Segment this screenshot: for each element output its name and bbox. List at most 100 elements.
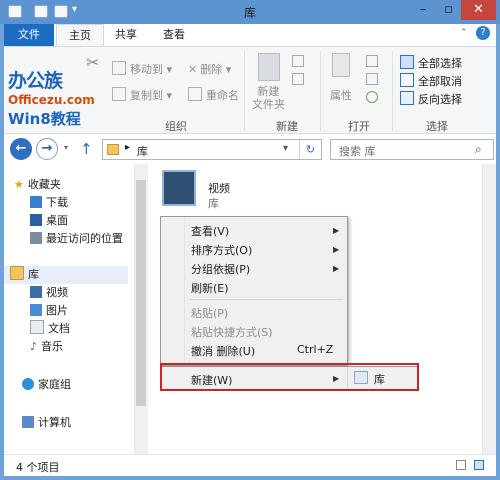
menu-separator xyxy=(189,299,343,300)
invert-selection-button[interactable]: 反向选择 xyxy=(400,91,462,107)
move-to-button[interactable]: 移动到 ▾ xyxy=(112,61,172,77)
sidebar-item-music[interactable]: ♪ 音乐 xyxy=(30,338,63,356)
menu-icon-strip xyxy=(161,217,185,365)
status-bar: 4 个项目 xyxy=(4,454,496,476)
menu-item-paste-shortcut[interactable]: 粘贴快捷方式(S) xyxy=(191,324,273,340)
move-to-icon xyxy=(112,61,126,75)
sidebar-library[interactable]: 库 xyxy=(4,266,128,284)
new-item-icon[interactable] xyxy=(292,55,304,67)
watermark-url: Officezu.com xyxy=(8,93,95,107)
menu-item-group[interactable]: 分组依据(P) xyxy=(191,261,250,277)
back-button[interactable]: ← xyxy=(10,138,32,160)
select-all-icon xyxy=(400,55,414,69)
group-new-label: 新建 xyxy=(276,120,298,133)
search-icon[interactable]: ⌕ xyxy=(475,142,482,157)
open-icon[interactable] xyxy=(366,55,378,67)
up-button[interactable]: ↑ xyxy=(80,140,93,158)
library-icon xyxy=(10,266,24,280)
search-box[interactable]: 搜索 库 ⌕ xyxy=(330,139,494,160)
ribbon-separator xyxy=(392,51,393,131)
sidebar-item-recent-places[interactable]: 最近访问的位置 xyxy=(30,230,123,248)
title-bar[interactable]: ▾ 库 – ▫ ✕ xyxy=(0,0,500,24)
rename-icon xyxy=(188,87,202,101)
properties-large-icon xyxy=(332,53,350,77)
pictures-icon xyxy=(30,304,42,316)
group-open-label: 打开 xyxy=(348,120,370,133)
properties-button[interactable]: 属性 xyxy=(330,87,352,103)
refresh-icon[interactable]: ↻ xyxy=(299,140,321,159)
music-icon: ♪ xyxy=(30,340,38,353)
close-button[interactable]: ✕ xyxy=(461,0,496,20)
computer-icon xyxy=(22,416,34,428)
breadcrumb-separator-icon: ▸ xyxy=(125,142,131,153)
maximize-button[interactable]: ▫ xyxy=(436,0,461,20)
content-scrollbar[interactable] xyxy=(482,164,496,454)
sidebar-scrollbar-thumb[interactable] xyxy=(136,180,146,406)
sidebar-favorites[interactable]: ★ 收藏夹 xyxy=(14,176,61,194)
documents-icon xyxy=(30,320,44,334)
cut-icon[interactable]: ✂ xyxy=(86,53,99,72)
tab-share[interactable]: 共享 xyxy=(104,24,148,46)
navigation-bar: ← → ▾ ↑ ▸ 库 ▾ ↻ 搜索 库 ⌕ xyxy=(4,134,496,164)
menu-item-view[interactable]: 查看(V) xyxy=(191,223,229,239)
watermark-caption: Win8教程 xyxy=(8,110,81,128)
ribbon-separator xyxy=(320,51,321,131)
menu-item-sort[interactable]: 排序方式(O) xyxy=(191,242,252,258)
select-none-icon xyxy=(400,73,414,87)
select-none-button[interactable]: 全部取消 xyxy=(400,73,462,89)
address-bar[interactable]: ▸ 库 ▾ ↻ xyxy=(102,139,322,160)
submenu-arrow-icon: ▶ xyxy=(333,226,340,235)
submenu-arrow-icon: ▶ xyxy=(333,245,340,254)
context-menu: 查看(V) ▶ 排序方式(O) ▶ 分组依据(P) ▶ 刷新(E) 粘贴(P) … xyxy=(160,216,348,366)
help-icon[interactable]: ? xyxy=(476,26,490,40)
history-icon[interactable] xyxy=(366,91,378,103)
easy-access-icon[interactable] xyxy=(292,73,304,85)
copy-to-icon xyxy=(112,87,126,101)
details-view-icon[interactable] xyxy=(456,460,466,470)
sidebar-item-documents[interactable]: 文档 xyxy=(30,320,70,338)
large-icons-view-icon[interactable] xyxy=(474,460,484,470)
tab-view[interactable]: 查看 xyxy=(152,24,196,46)
homegroup-icon xyxy=(22,378,34,390)
search-input[interactable]: 搜索 库 xyxy=(339,143,376,159)
desktop-icon xyxy=(30,214,42,226)
minimize-button[interactable]: – xyxy=(410,0,436,20)
collapse-ribbon-icon[interactable]: ⌃ xyxy=(460,28,468,38)
breadcrumb[interactable]: 库 xyxy=(137,143,148,159)
delete-icon: ✕ xyxy=(188,63,198,76)
menu-item-paste[interactable]: 粘贴(P) xyxy=(191,305,228,321)
forward-button[interactable]: → xyxy=(36,138,58,160)
invert-selection-icon xyxy=(400,91,414,105)
ribbon-tab-row: 文件 主页 共享 查看 ⌃ ? xyxy=(4,24,496,46)
recent-places-icon xyxy=(30,232,42,244)
item-name[interactable]: 视频 xyxy=(208,180,230,196)
sidebar-item-pictures[interactable]: 图片 xyxy=(30,302,68,320)
sidebar-item-videos[interactable]: 视频 xyxy=(30,284,68,302)
star-icon: ★ xyxy=(14,178,24,191)
download-icon xyxy=(30,196,42,208)
recent-locations-dropdown-icon[interactable]: ▾ xyxy=(64,143,68,152)
highlight-box xyxy=(160,363,419,391)
copy-to-button[interactable]: 复制到 ▾ xyxy=(112,87,172,103)
delete-button[interactable]: ✕ 删除 ▾ xyxy=(188,61,231,77)
address-dropdown-icon[interactable]: ▾ xyxy=(283,143,288,154)
new-folder-button[interactable]: 新建 文件夹 xyxy=(252,85,285,111)
sidebar-item-downloads[interactable]: 下载 xyxy=(30,194,68,212)
tab-home[interactable]: 主页 xyxy=(56,24,104,46)
video-library-icon[interactable] xyxy=(162,170,196,206)
library-icon xyxy=(107,144,119,155)
item-type: 库 xyxy=(208,197,219,210)
sidebar-computer[interactable]: 计算机 xyxy=(22,414,71,432)
menu-item-refresh[interactable]: 刷新(E) xyxy=(191,280,229,296)
group-organize-label: 组织 xyxy=(165,120,187,133)
edit-icon[interactable] xyxy=(366,73,378,85)
ribbon-separator xyxy=(244,51,245,131)
sidebar-item-desktop[interactable]: 桌面 xyxy=(30,212,68,230)
watermark-logo: 办公族 xyxy=(8,70,63,92)
status-item-count: 4 个项目 xyxy=(16,461,60,474)
select-all-button[interactable]: 全部选择 xyxy=(400,55,462,71)
sidebar-homegroup[interactable]: 家庭组 xyxy=(22,376,71,394)
tab-file[interactable]: 文件 xyxy=(4,24,54,46)
rename-button[interactable]: 重命名 xyxy=(188,87,239,103)
menu-item-undo[interactable]: 撤消 删除(U) xyxy=(191,343,255,359)
